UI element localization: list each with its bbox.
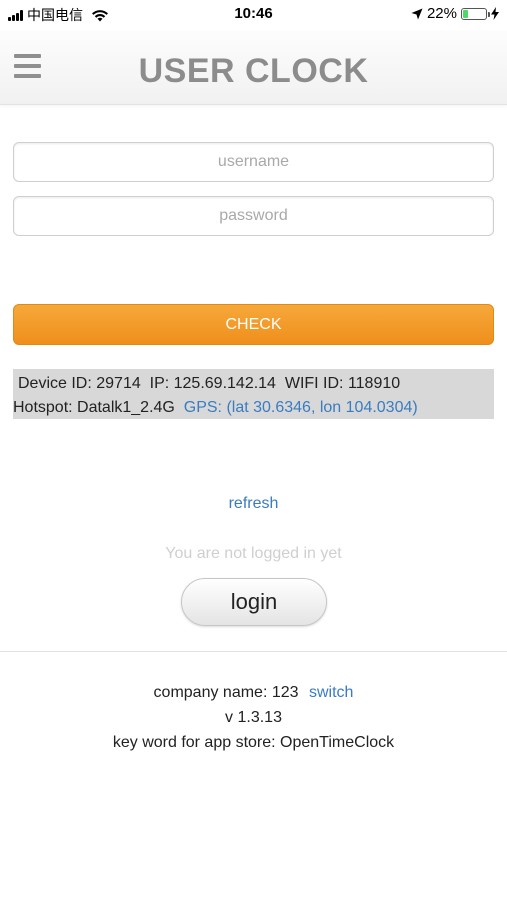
gps-link[interactable]: GPS: (lat 30.6346, lon 104.0304) bbox=[184, 399, 418, 416]
refresh-link[interactable]: refresh bbox=[0, 495, 507, 513]
app-store-keyword: key word for app store: OpenTimeClock bbox=[112, 734, 395, 751]
wifi-id: WIFI ID: 118910 bbox=[284, 375, 401, 392]
battery-percent: 22% bbox=[426, 5, 457, 22]
login-status-text: You are not logged in yet bbox=[165, 545, 342, 562]
ip-address: IP: 125.69.142.14 bbox=[149, 375, 276, 392]
password-input[interactable] bbox=[13, 196, 494, 236]
device-info-panel: Device ID: 29714 IP: 125.69.142.14 WIFI … bbox=[13, 369, 494, 419]
device-info-line: Device ID: 29714 IP: 125.69.142.14 WIFI … bbox=[18, 372, 494, 396]
status-bar: 中国电信 10:46 22% bbox=[0, 0, 507, 28]
status-right: 22% bbox=[411, 5, 499, 22]
app-header: USER CLOCK bbox=[0, 30, 507, 105]
hotspot-name: Hotspot: Datalk1_2.4G bbox=[13, 399, 175, 416]
switch-company-link[interactable]: switch bbox=[309, 684, 353, 701]
network-info-line: Hotspot: Datalk1_2.4G GPS: (lat 30.6346,… bbox=[13, 396, 494, 420]
location-arrow-icon bbox=[411, 8, 423, 19]
app-version: v 1.3.13 bbox=[225, 709, 282, 726]
check-button[interactable]: CHECK bbox=[13, 304, 494, 345]
charging-bolt-icon bbox=[491, 7, 499, 20]
footer: company name: 123 switch v 1.3.13 key wo… bbox=[0, 680, 507, 755]
company-line: company name: 123 switch bbox=[0, 680, 507, 705]
company-name: company name: 123 bbox=[153, 684, 299, 701]
login-button[interactable]: login bbox=[181, 578, 327, 626]
divider bbox=[0, 651, 507, 652]
page-title: USER CLOCK bbox=[138, 52, 369, 90]
device-id: Device ID: 29714 bbox=[18, 375, 141, 392]
username-input[interactable] bbox=[13, 142, 494, 182]
battery-level bbox=[463, 9, 468, 18]
battery-icon bbox=[461, 7, 490, 20]
